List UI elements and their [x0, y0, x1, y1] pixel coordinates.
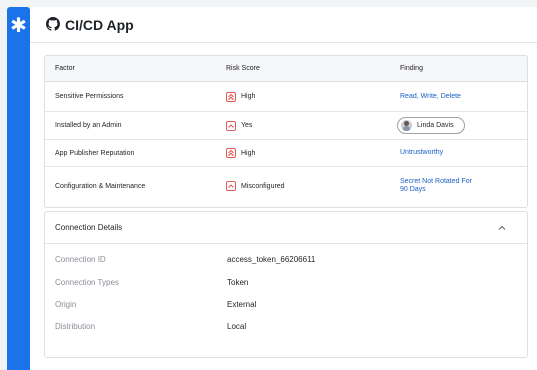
- table-header: Factor Risk Score Finding: [45, 56, 527, 82]
- finding: Linda Davis: [397, 112, 465, 139]
- detail-value: access_token_66206611: [227, 255, 316, 264]
- chevron-up-icon: [226, 181, 236, 191]
- connection-details-header[interactable]: Connection Details: [45, 212, 527, 244]
- user-chip[interactable]: Linda Davis: [397, 117, 465, 134]
- finding: Read, Write, Delete: [400, 82, 461, 111]
- risk-score-value: Misconfigured: [241, 182, 285, 190]
- table-row: Installed by an Admin Yes Linda Davis: [45, 112, 527, 140]
- column-header-factor: Factor: [55, 65, 75, 72]
- table-row: Sensitive Permissions High Read, Write, …: [45, 82, 527, 112]
- risk-score: High: [226, 82, 255, 111]
- github-icon: [46, 17, 60, 31]
- risk-score: Yes: [226, 112, 252, 139]
- table-row: Configuration & Maintenance Misconfigure…: [45, 167, 527, 205]
- main-panel: CI/CD App Factor Risk Score Finding Sens…: [30, 7, 537, 370]
- finding-link[interactable]: Untrustworthy: [400, 149, 443, 157]
- finding: Untrustworthy: [400, 140, 443, 166]
- detail-value: Token: [227, 278, 249, 287]
- factor-label: App Publisher Reputation: [55, 149, 135, 157]
- table-row: App Publisher Reputation High Untrustwor…: [45, 140, 527, 167]
- risk-score-value: Yes: [241, 122, 253, 129]
- finding-link[interactable]: Read, Write, Delete: [400, 93, 461, 101]
- risk-score-value: High: [241, 93, 256, 100]
- risk-score-value: High: [241, 149, 256, 157]
- risk-score: High: [226, 140, 255, 166]
- page-title: CI/CD App: [65, 17, 134, 33]
- risk-factors-table: Factor Risk Score Finding Sensitive Perm…: [44, 55, 528, 208]
- user-name: Linda Davis: [417, 122, 454, 129]
- detail-row: Connection Types Token: [55, 278, 515, 290]
- column-header-finding: Finding: [400, 65, 423, 72]
- detail-row: Distribution Local: [55, 322, 515, 334]
- page-header: CI/CD App: [30, 7, 537, 43]
- avatar: [401, 120, 412, 131]
- finding-link[interactable]: Secret Not Rotated For 90 Days: [400, 178, 472, 194]
- factor-label: Configuration & Maintenance: [55, 182, 146, 190]
- detail-label: Distribution: [55, 322, 96, 331]
- chevron-up-icon: [226, 120, 236, 131]
- chevron-up-icon[interactable]: [498, 224, 506, 232]
- detail-row: Connection ID access_token_66206611: [55, 255, 515, 267]
- risk-score: Misconfigured: [226, 167, 285, 205]
- detail-value: External: [227, 300, 257, 309]
- factor-label: Sensitive Permissions: [55, 93, 124, 100]
- double-chevron-up-icon: [226, 91, 236, 102]
- finding-line-1: Secret Not Rotated For: [400, 178, 472, 185]
- connection-details-title: Connection Details: [55, 223, 123, 232]
- asterisk-logo-icon[interactable]: ✱: [7, 15, 30, 35]
- finding: Secret Not Rotated For 90 Days: [400, 167, 472, 205]
- connection-details-panel: Connection Details Connection ID access_…: [44, 211, 528, 358]
- factor-label: Installed by an Admin: [55, 122, 122, 129]
- finding-line-2: 90 Days: [400, 186, 426, 193]
- detail-label: Connection ID: [55, 255, 106, 264]
- detail-label: Origin: [55, 300, 77, 309]
- detail-value: Local: [227, 322, 247, 331]
- detail-label: Connection Types: [55, 278, 119, 287]
- sidebar: ✱: [7, 7, 30, 370]
- column-header-risk-score: Risk Score: [226, 65, 260, 72]
- detail-row: Origin External: [55, 300, 515, 312]
- double-chevron-up-icon: [226, 148, 236, 158]
